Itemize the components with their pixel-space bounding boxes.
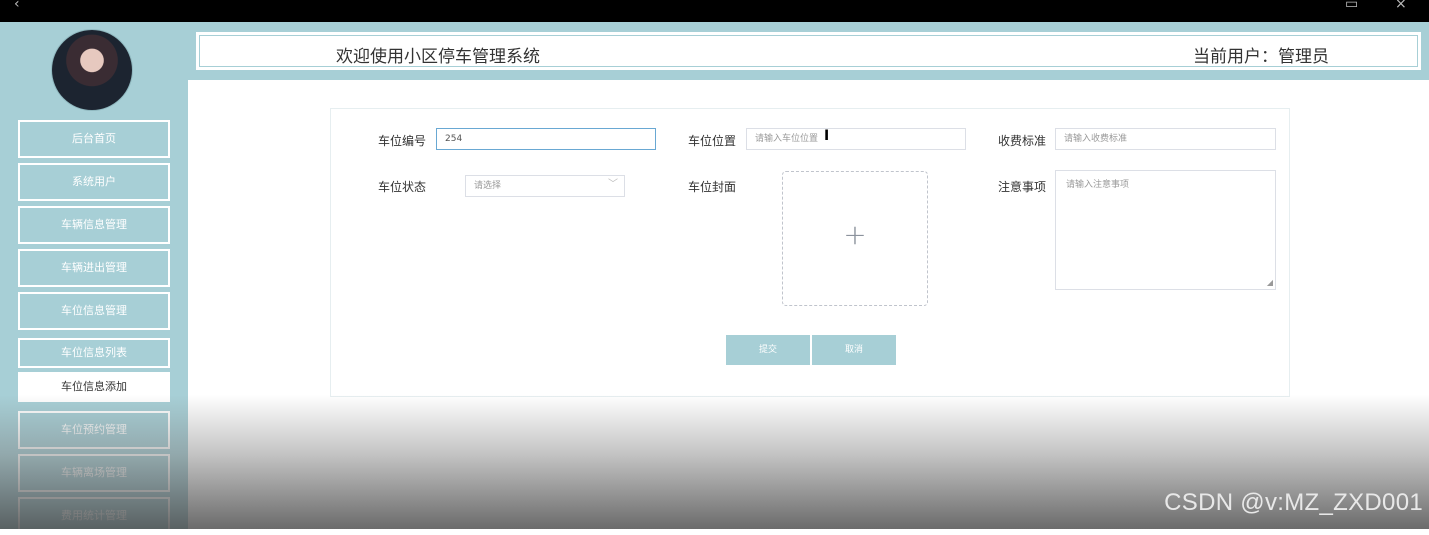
sidebar-item-vehicle-inout[interactable]: 车辆进出管理 <box>18 249 170 287</box>
page-header: 欢迎使用小区停车管理系统 当前用户：管理员 <box>192 28 1425 74</box>
window-titlebar: ‹ ▭ × <box>0 0 1429 22</box>
location-label: 车位位置 <box>688 134 737 148</box>
sidebar: 后台首页 系统用户 车辆信息管理 车辆进出管理 车位信息管理 车位信息列表 车位… <box>0 22 188 535</box>
sidebar-item-home[interactable]: 后台首页 <box>18 120 170 158</box>
notes-textarea[interactable]: 请输入注意事项 ◢ <box>1055 170 1276 290</box>
space-no-input[interactable]: 254 <box>436 128 656 150</box>
text-cursor-icon: I <box>824 128 830 144</box>
page-title: 欢迎使用小区停车管理系统 <box>336 47 540 67</box>
sidebar-item-users[interactable]: 系统用户 <box>18 163 170 201</box>
cover-uploader[interactable]: + <box>782 171 928 306</box>
close-icon[interactable]: × <box>1395 0 1407 12</box>
location-input[interactable]: 请输入车位位置 <box>746 128 966 150</box>
cancel-button[interactable]: 取消 <box>812 335 896 365</box>
notes-label: 注意事项 <box>998 180 1047 194</box>
current-user: 当前用户：管理员 <box>1193 47 1329 67</box>
plus-icon: + <box>843 218 867 251</box>
cover-label: 车位封面 <box>688 180 737 194</box>
sidebar-item-space-info[interactable]: 车位信息管理 <box>18 292 170 330</box>
fee-label: 收费标准 <box>998 134 1047 148</box>
space-no-label: 车位编号 <box>378 134 427 148</box>
restore-icon[interactable]: ▭ <box>1345 0 1358 12</box>
watermark: CSDN @v:MZ_ZXD001 <box>1164 489 1423 516</box>
resize-grip-icon[interactable]: ◢ <box>1267 278 1273 287</box>
sidebar-item-space-list[interactable]: 车位信息列表 <box>18 338 170 368</box>
status-label: 车位状态 <box>378 180 427 194</box>
sidebar-item-departure[interactable]: 车辆离场管理 <box>18 454 170 492</box>
submit-button[interactable]: 提交 <box>726 335 810 365</box>
sidebar-item-space-add[interactable]: 车位信息添加 <box>18 372 170 402</box>
sidebar-item-vehicle-info[interactable]: 车辆信息管理 <box>18 206 170 244</box>
status-select-value: 请选择 <box>474 181 502 191</box>
status-select[interactable]: 请选择 ﹀ <box>465 175 625 197</box>
avatar <box>52 30 132 110</box>
notes-placeholder: 请输入注意事项 <box>1066 180 1130 190</box>
fee-input[interactable]: 请输入收费标准 <box>1055 128 1276 150</box>
chevron-down-icon: ﹀ <box>608 179 618 190</box>
sidebar-item-reservation[interactable]: 车位预约管理 <box>18 411 170 449</box>
sidebar-item-fee-stats[interactable]: 费用统计管理 <box>18 497 170 535</box>
back-icon[interactable]: ‹ <box>14 0 20 12</box>
